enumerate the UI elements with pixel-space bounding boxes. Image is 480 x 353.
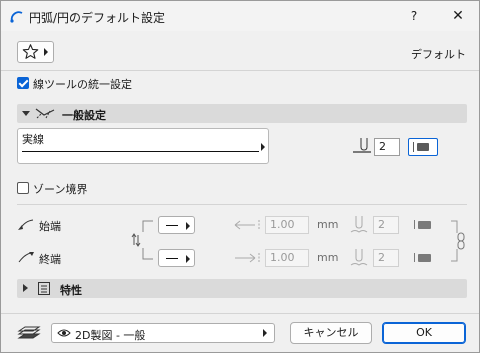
start-size-input[interactable]: 1.00 <box>265 216 309 234</box>
swap-ends-icon[interactable] <box>129 215 155 265</box>
star-icon <box>22 44 39 59</box>
chevron-right-icon <box>23 284 28 292</box>
end-pen-swatch[interactable] <box>411 249 435 267</box>
cancel-button[interactable]: キャンセル <box>290 322 372 344</box>
start-pen-swatch[interactable] <box>411 216 435 234</box>
end-size-input[interactable]: 1.00 <box>265 249 309 267</box>
unified-tool-label: 線ツールの統一設定 <box>33 78 132 91</box>
eye-icon <box>57 329 71 337</box>
pen-color-swatch[interactable] <box>408 138 438 156</box>
favorites-button[interactable] <box>17 41 54 63</box>
chevron-right-icon <box>263 329 267 337</box>
start-pen-input[interactable]: 2 <box>373 216 399 234</box>
general-section-header[interactable]: 一般設定 <box>17 104 467 123</box>
start-label: 始端 <box>39 220 61 233</box>
divider <box>1 70 479 71</box>
layer-select-value: 2D製図 - 一般 <box>75 329 146 342</box>
pen-icon <box>350 249 368 266</box>
arrow-size-icon <box>235 253 260 263</box>
layers-icon <box>17 326 41 339</box>
dialog-window: 円弧/円のデフォルト設定 ? ✕ デフォルト 線ツールの統一設定 一般設定 実線… <box>0 0 480 353</box>
zone-boundary-checkbox[interactable] <box>17 182 29 194</box>
line-type-selector[interactable]: 実線 <box>17 128 269 164</box>
pen-number-input[interactable]: 2 <box>374 138 400 156</box>
default-label: デフォルト <box>411 48 466 61</box>
unified-tool-checkbox[interactable] <box>17 77 29 89</box>
chevron-right-icon <box>261 143 265 151</box>
properties-section-title: 特性 <box>60 284 82 297</box>
arrow-end-icon <box>18 252 34 263</box>
start-size-unit: mm <box>317 218 339 231</box>
end-arrow-select[interactable] <box>158 249 195 267</box>
arc-tool-icon <box>10 11 23 23</box>
divider <box>17 204 467 205</box>
line-type-preview <box>22 151 259 152</box>
ok-button[interactable]: OK <box>382 322 466 344</box>
line-settings-icon <box>35 108 55 119</box>
divider <box>1 313 479 314</box>
general-section-title: 一般設定 <box>62 109 106 122</box>
end-pen-input[interactable]: 2 <box>373 249 399 267</box>
end-label: 終端 <box>39 253 61 266</box>
close-button[interactable]: ✕ <box>446 7 470 25</box>
line-type-name: 実線 <box>22 133 44 146</box>
title-bar: 円弧/円のデフォルト設定 ? ✕ <box>1 1 479 31</box>
pen-icon <box>350 216 368 233</box>
layer-select[interactable]: 2D製図 - 一般 <box>51 323 275 343</box>
help-button[interactable]: ? <box>403 7 425 25</box>
start-arrow-select[interactable] <box>158 216 195 234</box>
zone-boundary-label: ゾーン境界 <box>33 183 88 196</box>
end-size-unit: mm <box>317 251 339 264</box>
chevron-right-icon <box>44 48 48 56</box>
dialog-title: 円弧/円のデフォルト設定 <box>29 11 166 25</box>
arrow-size-icon <box>234 220 260 230</box>
list-icon <box>38 282 50 295</box>
chevron-down-icon <box>22 111 30 116</box>
pen-icon <box>353 138 371 153</box>
arrow-start-icon <box>18 219 34 230</box>
properties-section-header[interactable]: 特性 <box>17 279 467 298</box>
link-pens-icon[interactable] <box>448 217 466 265</box>
